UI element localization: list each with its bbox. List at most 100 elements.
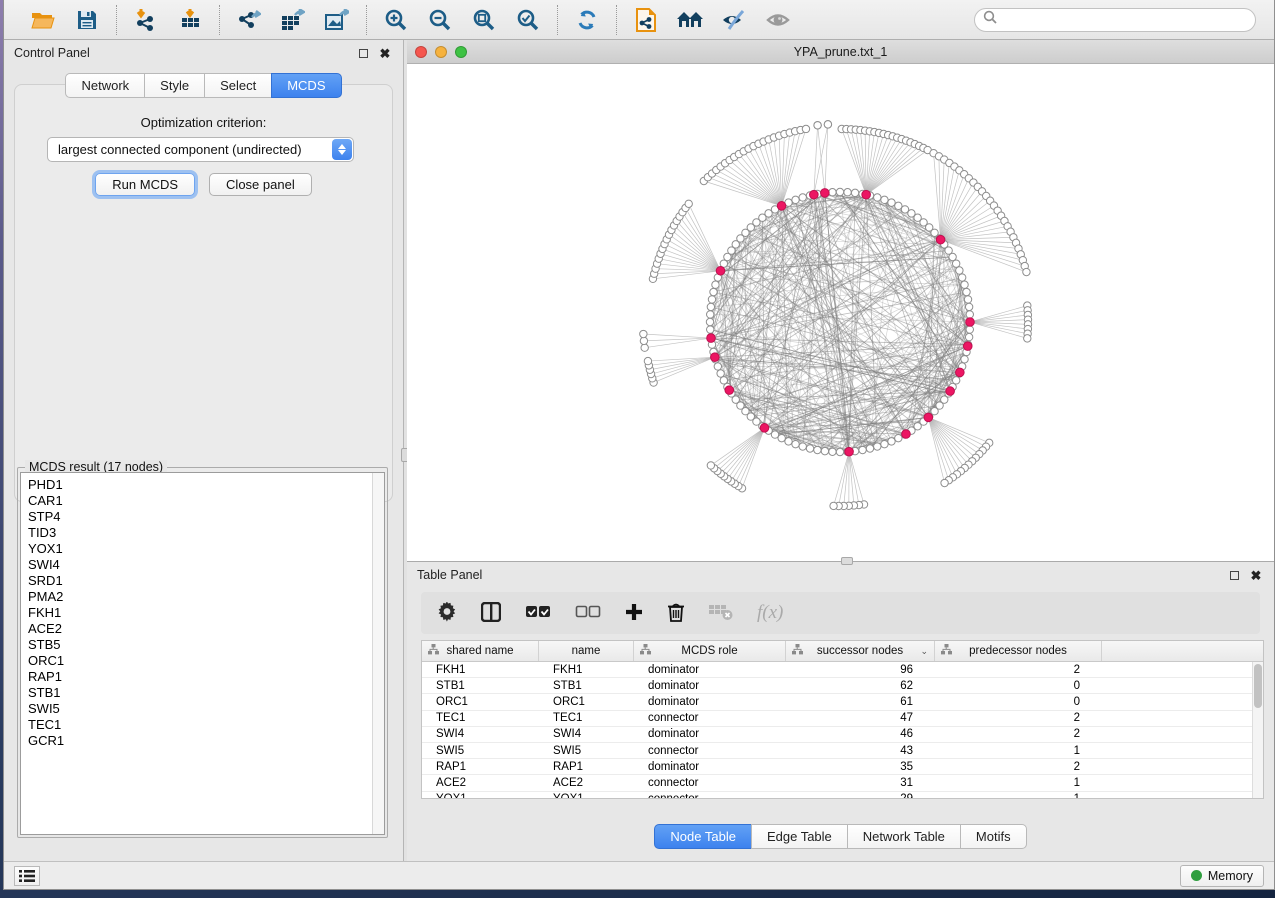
tab-network-table[interactable]: Network Table [847,824,960,849]
search-box[interactable] [974,8,1256,32]
dominator-node[interactable] [936,235,945,244]
dominator-node[interactable] [845,447,854,456]
graph-node[interactable] [706,318,713,325]
network-canvas[interactable] [407,64,1274,561]
graph-node[interactable] [792,440,799,447]
graph-node[interactable] [830,502,837,509]
eye-button[interactable] [763,5,793,35]
graph-node[interactable] [963,288,970,295]
graph-node[interactable] [712,281,719,288]
import-table-button[interactable] [175,5,205,35]
graph-node[interactable] [956,267,963,274]
graph-node[interactable] [707,303,714,310]
dominator-node[interactable] [966,318,975,327]
tab-edge-table[interactable]: Edge Table [751,824,847,849]
control-panel-float-button[interactable] [355,45,371,61]
graph-node[interactable] [965,333,972,340]
dominator-node[interactable] [924,413,933,422]
export-image-button[interactable] [322,5,352,35]
graph-node[interactable] [641,344,648,351]
table-row[interactable]: SWI4SWI4dominator462 [422,727,1252,743]
graph-node[interactable] [888,438,895,445]
graph-node[interactable] [851,189,858,196]
graph-node[interactable] [814,122,821,129]
graph-node[interactable] [966,311,973,318]
graph-node[interactable] [814,446,821,453]
table-row[interactable]: ACE2ACE2connector311 [422,775,1252,791]
graph-node[interactable] [888,199,895,206]
column-header-predecessor-nodes[interactable]: predecessor nodes [935,641,1102,661]
column-header-MCDS-role[interactable]: MCDS role [634,641,786,661]
table-row[interactable]: RAP1RAP1dominator352 [422,759,1252,775]
graph-node[interactable] [964,296,971,303]
graph-node[interactable] [866,445,873,452]
search-input[interactable] [1002,13,1247,27]
column-header-name[interactable]: name [539,641,634,661]
tab-select[interactable]: Select [204,73,271,98]
graph-node[interactable] [707,326,714,333]
zoom-fit-button[interactable] [469,5,499,35]
graph-node[interactable] [707,311,714,318]
table-row[interactable]: STB1STB1dominator620 [422,678,1252,694]
graph-node[interactable] [859,446,866,453]
graph-node[interactable] [941,479,948,486]
graph-node[interactable] [958,274,965,281]
table-row[interactable]: YOX1YOX1connector291 [422,792,1252,799]
dominator-node[interactable] [810,190,819,199]
select-all-button[interactable] [525,598,551,628]
add-button[interactable] [625,598,643,628]
export-network-button[interactable] [234,5,264,35]
hide-eye-button[interactable] [719,5,749,35]
graph-node[interactable] [829,189,836,196]
tab-motifs[interactable]: Motifs [960,824,1027,849]
graph-node[interactable] [799,443,806,450]
graph-node[interactable] [895,434,902,441]
table-panel-close-button[interactable]: ✖ [1248,567,1264,583]
zoom-out-button[interactable] [425,5,455,35]
tab-style[interactable]: Style [144,73,204,98]
graph-node[interactable] [685,200,692,207]
graph-node[interactable] [707,462,714,469]
run-mcds-button[interactable]: Run MCDS [95,173,195,196]
tab-node-table[interactable]: Node Table [654,824,751,849]
delete-button[interactable] [667,598,685,628]
graph-node[interactable] [961,281,968,288]
graph-node[interactable] [881,440,888,447]
memory-button[interactable]: Memory [1180,865,1264,887]
graph-node[interactable] [714,363,721,370]
graph-node[interactable] [824,121,831,128]
dominator-node[interactable] [956,368,965,377]
dominator-node[interactable] [707,334,716,343]
home-button[interactable] [675,5,705,35]
graph-node[interactable] [640,337,647,344]
table-panel-float-button[interactable] [1226,567,1242,583]
graph-node[interactable] [640,330,647,337]
deselect-all-button[interactable] [575,598,601,628]
graph-node[interactable] [1024,335,1031,342]
graph-node[interactable] [836,188,843,195]
column-header-successor-nodes[interactable]: successor nodes⌄ [786,641,935,661]
table-row[interactable]: FKH1FKH1dominator962 [422,662,1252,678]
optimization-criterion-select[interactable]: largest connected component (undirected) [47,137,354,162]
close-panel-button[interactable]: Close panel [209,173,312,196]
graph-node[interactable] [965,303,972,310]
graph-node[interactable] [792,196,799,203]
graph-node[interactable] [966,326,973,333]
save-button[interactable] [72,5,102,35]
table-row[interactable]: ORC1ORC1dominator610 [422,694,1252,710]
graph-node[interactable] [802,125,809,132]
dominator-node[interactable] [716,266,725,275]
split-columns-button[interactable] [481,598,501,628]
graph-node[interactable] [874,443,881,450]
graph-node[interactable] [829,448,836,455]
dominator-node[interactable] [862,190,871,199]
graph-node[interactable] [720,377,727,384]
dominator-node[interactable] [760,424,769,433]
graph-node[interactable] [708,296,715,303]
mcds-list-scrollbar[interactable] [372,473,384,834]
table-row[interactable]: SWI5SWI5connector431 [422,743,1252,759]
scrollbar-thumb[interactable] [1254,664,1262,708]
table-scrollbar[interactable] [1252,662,1263,798]
graph-node[interactable] [1023,268,1030,275]
graph-node[interactable] [785,438,792,445]
